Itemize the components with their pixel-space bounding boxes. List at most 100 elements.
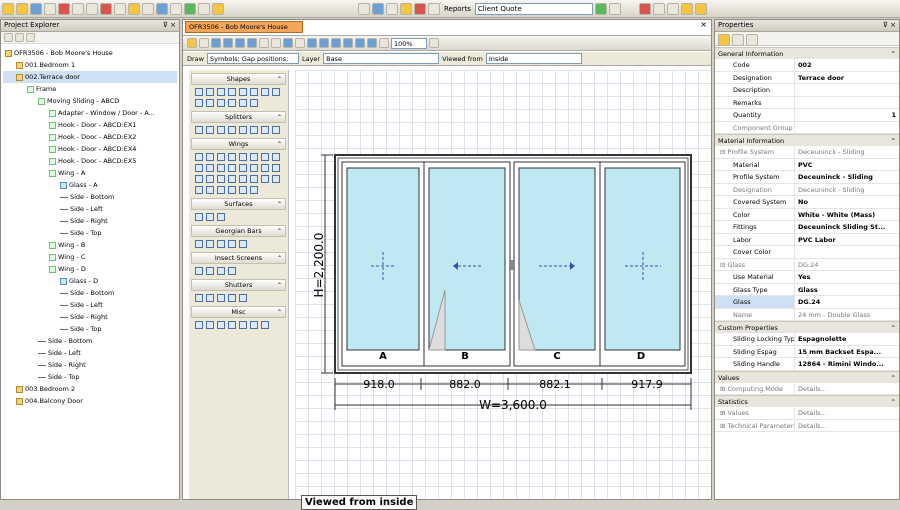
zoom-100-icon[interactable] (379, 38, 389, 48)
report-select[interactable]: Client Quote (475, 3, 593, 15)
mullion-tool-icon[interactable] (211, 38, 221, 48)
palette-component-icon[interactable] (195, 186, 203, 194)
redo-icon[interactable] (295, 38, 305, 48)
arrange-icon[interactable] (667, 3, 679, 15)
shop-icon[interactable] (414, 3, 426, 15)
tree-item[interactable]: Side - Right (3, 359, 177, 371)
palette-component-icon[interactable] (228, 267, 236, 275)
undo-icon[interactable] (283, 38, 293, 48)
palette-component-icon[interactable] (239, 99, 247, 107)
property-value[interactable] (795, 246, 899, 258)
tree-item[interactable]: 004.Balcony Door (3, 395, 177, 407)
palette-component-icon[interactable] (261, 126, 269, 134)
palette-component-icon[interactable] (228, 88, 236, 96)
tree-item[interactable]: Hook - Door - ABCD:EX4 (3, 143, 177, 155)
property-section-header[interactable]: Material Information⌃ (715, 134, 899, 146)
palette-component-icon[interactable] (217, 175, 225, 183)
palette-component-icon[interactable] (206, 99, 214, 107)
palette-component-icon[interactable] (228, 164, 236, 172)
property-value[interactable]: Deceuninck - Sliding (795, 184, 899, 196)
palette-component-icon[interactable] (217, 99, 225, 107)
palette-component-icon[interactable] (228, 186, 236, 194)
property-value[interactable]: Details... (795, 383, 899, 395)
zoom-dropdown-icon[interactable] (429, 38, 439, 48)
palette-component-icon[interactable] (217, 126, 225, 134)
palette-component-icon[interactable] (195, 153, 203, 161)
pointer-tool-icon[interactable] (187, 38, 197, 48)
property-row[interactable]: ⊟ Profile SystemDeceuninck - Sliding (715, 146, 899, 159)
palette-component-icon[interactable] (272, 175, 280, 183)
mirror-tool-icon[interactable] (259, 38, 269, 48)
palette-component-icon[interactable] (206, 88, 214, 96)
property-value[interactable] (795, 97, 899, 109)
rotate-tool-icon[interactable] (271, 38, 281, 48)
new-icon[interactable] (2, 3, 14, 15)
palette-component-icon[interactable] (195, 164, 203, 172)
palette-component-icon[interactable] (239, 164, 247, 172)
property-row[interactable]: ⊞ Technical ParametersDetails... (715, 420, 899, 433)
palette-component-icon[interactable] (239, 175, 247, 183)
zoom-fit-icon[interactable] (331, 38, 341, 48)
palette-component-icon[interactable] (195, 126, 203, 134)
palette-component-icon[interactable] (206, 153, 214, 161)
collapse-chevron-icon[interactable]: ⌃ (277, 280, 282, 291)
find-icon[interactable] (372, 3, 384, 15)
panel-b[interactable] (424, 162, 510, 366)
palette-component-icon[interactable] (195, 88, 203, 96)
tree-item[interactable]: Side - Bottom (3, 191, 177, 203)
save-icon[interactable] (30, 3, 42, 15)
collapse-chevron-icon[interactable]: ⌃ (891, 372, 896, 383)
palette-component-icon[interactable] (261, 175, 269, 183)
tree-item[interactable]: Side - Bottom (3, 335, 177, 347)
collapse-chevron-icon[interactable]: ⌃ (277, 253, 282, 264)
tree-item[interactable]: Side - Right (3, 311, 177, 323)
copy-icon[interactable] (72, 3, 84, 15)
frame-icon[interactable] (170, 3, 182, 15)
tree-item[interactable]: Side - Right (3, 215, 177, 227)
collapse-chevron-icon[interactable]: ⌃ (891, 135, 896, 146)
collapse-chevron-icon[interactable]: ⌃ (891, 396, 896, 407)
property-value[interactable]: 002 (795, 59, 899, 71)
tree-item[interactable]: Wing - D (3, 263, 177, 275)
palette-component-icon[interactable] (261, 164, 269, 172)
paste-icon[interactable] (86, 3, 98, 15)
property-row[interactable]: ⊞ ValuesDetails... (715, 407, 899, 420)
calendar-icon[interactable] (386, 3, 398, 15)
tree-item[interactable]: Side - Left (3, 299, 177, 311)
collapse-chevron-icon[interactable]: ⌃ (891, 48, 896, 59)
palette-component-icon[interactable] (217, 153, 225, 161)
zoom-select[interactable]: 100% (391, 38, 427, 49)
palette-component-icon[interactable] (250, 126, 258, 134)
palette-component-icon[interactable] (261, 88, 269, 96)
palette-component-icon[interactable] (228, 175, 236, 183)
calc-icon[interactable] (184, 3, 196, 15)
tree-item[interactable]: Wing - B (3, 239, 177, 251)
property-row[interactable]: Remarks (715, 97, 899, 110)
palette-component-icon[interactable] (195, 267, 203, 275)
palette-component-icon[interactable] (217, 213, 225, 221)
palette-component-icon[interactable] (195, 240, 203, 248)
collapse-chevron-icon[interactable]: ⌃ (277, 226, 282, 237)
palette-component-icon[interactable] (250, 186, 258, 194)
property-row[interactable]: FittingsDeceuninck Sliding St... (715, 221, 899, 234)
palette-component-icon[interactable] (250, 175, 258, 183)
palette-section-header[interactable]: Shapes⌃ (191, 73, 286, 85)
palette-component-icon[interactable] (228, 240, 236, 248)
table-icon[interactable] (198, 3, 210, 15)
tree-item[interactable]: Hook - Door - ABCD:EX2 (3, 131, 177, 143)
property-row[interactable]: Description (715, 84, 899, 97)
layer-select[interactable]: Base (323, 53, 439, 64)
property-value[interactable]: Espagnolette (795, 333, 899, 345)
property-value[interactable]: Details... (795, 407, 899, 419)
property-row[interactable]: Sliding Handle12864 - Rimini Windo... (715, 358, 899, 371)
property-row[interactable]: DesignationDeceuninck - Sliding (715, 184, 899, 197)
palette-component-icon[interactable] (239, 126, 247, 134)
property-row[interactable]: GlassDG.24 (715, 296, 899, 309)
palette-component-icon[interactable] (228, 126, 236, 134)
property-value[interactable]: 12864 - Rimini Windo... (795, 358, 899, 370)
palette-component-icon[interactable] (195, 294, 203, 302)
layout-icon[interactable] (114, 3, 126, 15)
palette-component-icon[interactable] (206, 175, 214, 183)
palette-component-icon[interactable] (250, 321, 258, 329)
property-row[interactable]: Cover Color (715, 246, 899, 259)
